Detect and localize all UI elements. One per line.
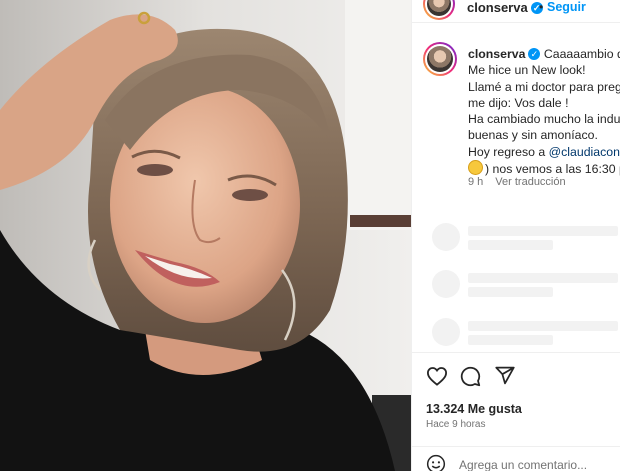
username-text: clonserva — [467, 0, 528, 15]
caption-line: ) nos vemos a las 16:30 po — [485, 162, 620, 177]
send-icon[interactable] — [494, 365, 516, 386]
caption-username[interactable]: clonserva — [468, 47, 525, 61]
caption-line: buenas y sin amoníaco. — [468, 128, 598, 143]
caption-line: Caaaaambio de — [543, 47, 620, 61]
comment-skeleton-line — [468, 335, 553, 345]
caption-line: Llamé a mi doctor para pregu — [468, 79, 620, 94]
caption-line: Ha cambiado mucho la indus — [468, 112, 620, 127]
heart-icon[interactable] — [426, 366, 448, 386]
actions-divider — [412, 352, 620, 353]
post-timestamp: Hace 9 horas — [426, 419, 486, 430]
post-side-panel: clonserva ✓ • Seguir clonserva ✓ Caaaaambi… — [411, 0, 620, 471]
comment-skeleton-line — [468, 321, 618, 331]
header-avatar[interactable] — [423, 0, 455, 20]
verified-badge-icon: ✓ — [528, 48, 541, 60]
caption-line: me dijo: Vos dale ! — [468, 95, 569, 110]
caption-line: Me hice un New look! — [468, 63, 586, 78]
separator-dot: • — [539, 0, 544, 14]
comment-skeleton-line — [468, 273, 618, 283]
caption-meta: 9 h Ver traducción — [468, 176, 566, 188]
translate-button[interactable]: Ver traducción — [495, 176, 565, 188]
follow-button[interactable]: Seguir — [547, 0, 586, 14]
header-username[interactable]: clonserva ✓ — [467, 0, 543, 15]
caption: clonserva✓ Caaaaambio de Me hice un New … — [468, 46, 620, 177]
likes-count[interactable]: 13.324 Me gusta — [426, 402, 522, 416]
mention-link[interactable]: @claudiaconve — [549, 145, 620, 159]
comment-skeleton-avatar — [432, 318, 460, 346]
comment-skeleton-line — [468, 240, 553, 250]
grinning-emoji-icon — [468, 160, 483, 176]
comment-input[interactable]: Agrega un comentario... — [459, 458, 587, 471]
comment-skeleton-avatar — [432, 223, 460, 251]
post-photo[interactable] — [0, 0, 411, 471]
comment-skeleton-line — [468, 287, 553, 297]
comment-skeleton-avatar — [432, 270, 460, 298]
caption-time: 9 h — [468, 176, 484, 188]
comment-skeleton-line — [468, 226, 618, 236]
comment-bar: Agrega un comentario... — [412, 446, 620, 471]
portrait-image — [0, 0, 411, 471]
caption-line: Hoy regreso a — [468, 144, 546, 159]
comment-icon[interactable] — [460, 366, 481, 387]
emoji-icon[interactable] — [426, 454, 446, 471]
caption-avatar[interactable] — [423, 42, 457, 76]
post-header: clonserva ✓ • Seguir — [412, 0, 620, 23]
